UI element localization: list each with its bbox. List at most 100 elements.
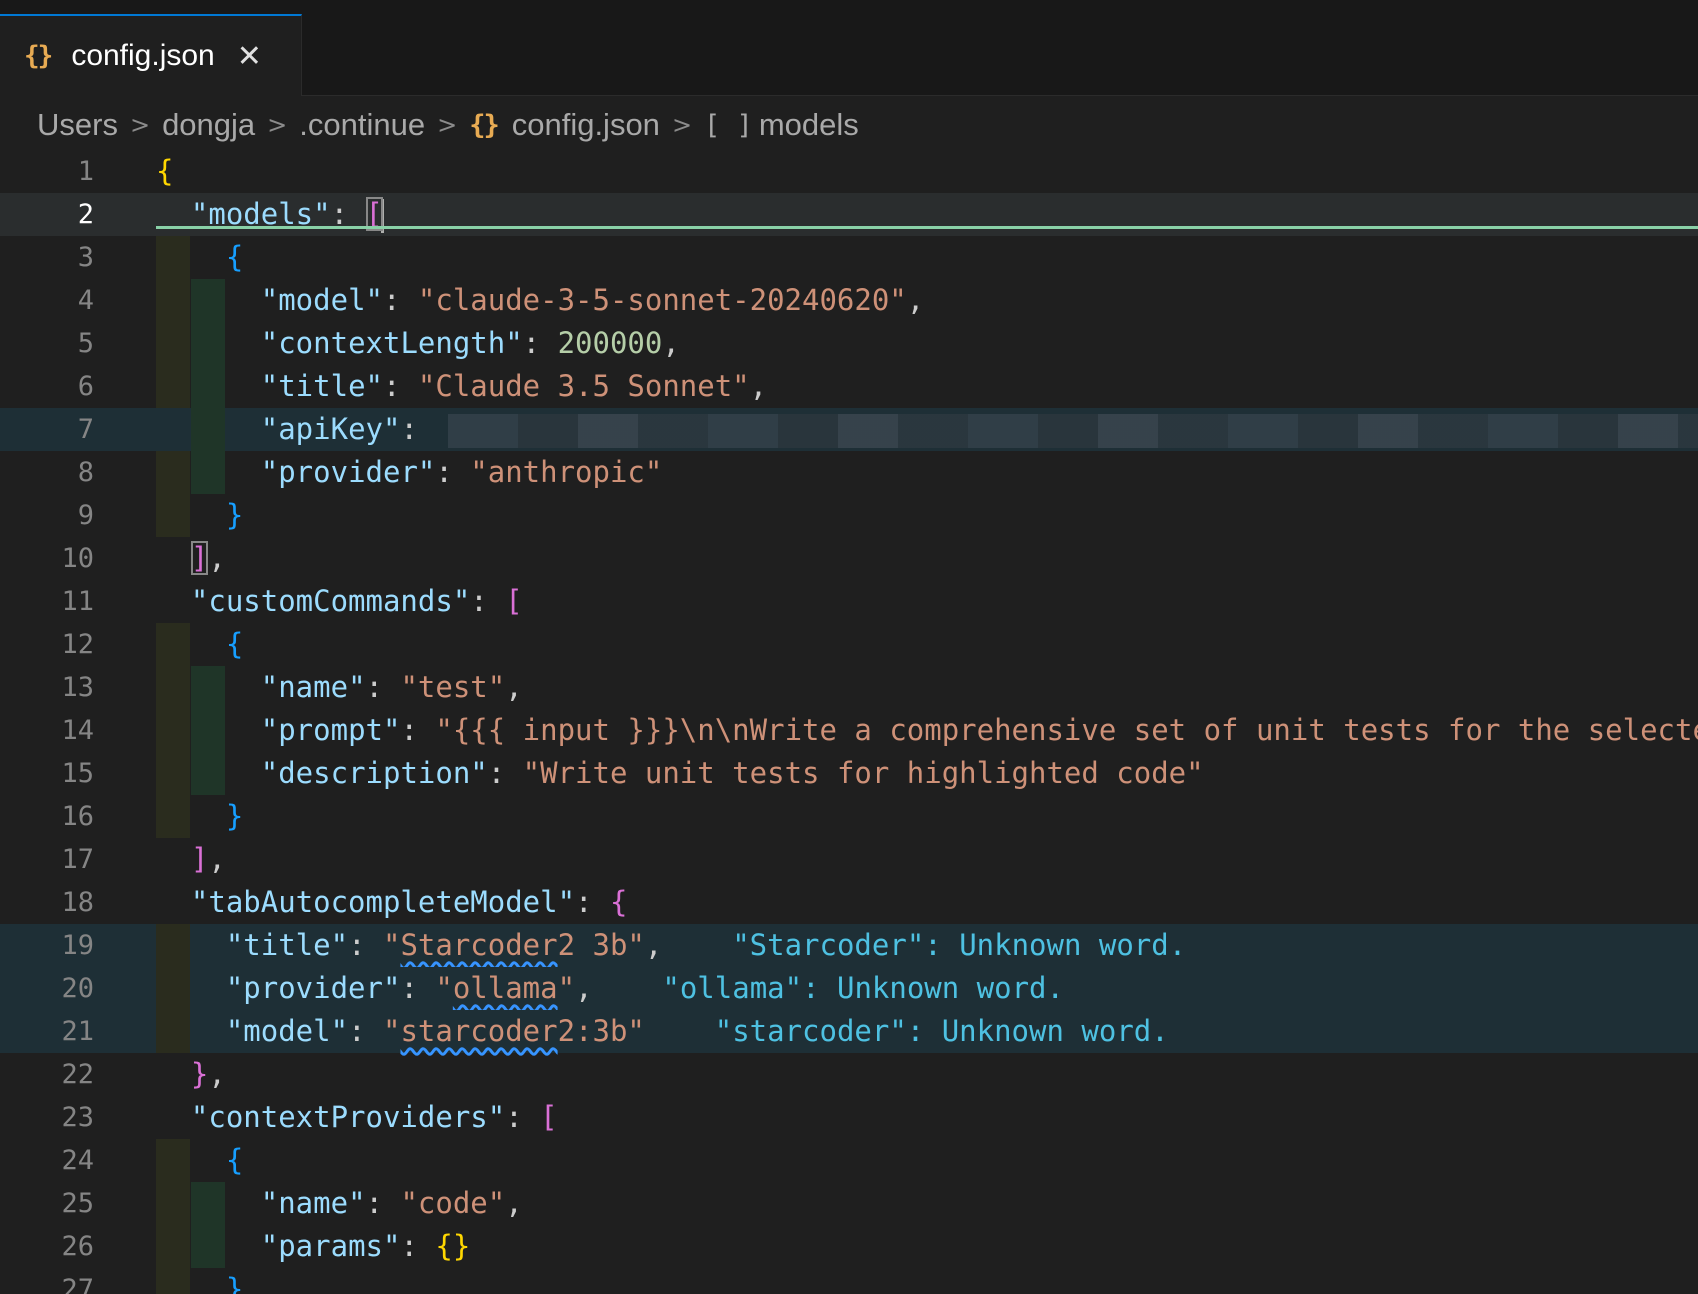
json-file-icon: {} xyxy=(469,109,499,141)
inline-diagnostic: "starcoder": Unknown word. xyxy=(714,1014,1169,1048)
line-number: 10 xyxy=(61,543,94,574)
tab-title: config.json xyxy=(71,39,215,72)
line-number: 27 xyxy=(61,1274,94,1294)
code-line: 24 { xyxy=(0,1139,1698,1182)
line-number: 23 xyxy=(61,1102,94,1133)
line-number: 19 xyxy=(61,930,94,961)
line-number: 17 xyxy=(61,844,94,875)
line-number: 20 xyxy=(61,973,94,1004)
line-number: 4 xyxy=(77,285,94,316)
line-content: } xyxy=(225,799,244,833)
breadcrumb-item-config-json[interactable]: config.json xyxy=(512,107,660,143)
line-content: "model": "claude-3-5-sonnet-20240620", xyxy=(260,283,925,317)
code-line-with-diagnostic: 19 "title": "Starcoder2 3b", "Starcoder"… xyxy=(0,924,1698,967)
code-line: 10 ], xyxy=(0,537,1698,580)
code-line-with-diagnostic: 21 "model": "starcoder2:3b" "starcoder":… xyxy=(0,1010,1698,1053)
line-number: 16 xyxy=(61,801,94,832)
line-content: "contextProviders": [ xyxy=(190,1100,558,1134)
chevron-right-icon: > xyxy=(267,111,288,139)
code-line-with-diagnostic: 20 "provider": "ollama", "ollama": Unkno… xyxy=(0,967,1698,1010)
code-line: 12 { xyxy=(0,623,1698,666)
code-line: 18 "tabAutocompleteModel": { xyxy=(0,881,1698,924)
line-content: "provider": "ollama", "ollama": Unknown … xyxy=(225,971,1064,1005)
code-line: 17 ], xyxy=(0,838,1698,881)
line-number: 1 xyxy=(77,156,94,187)
spelling-error[interactable]: Starcoder xyxy=(400,928,557,962)
close-icon[interactable]: ✕ xyxy=(237,39,262,74)
line-number: 18 xyxy=(61,887,94,918)
line-number: 15 xyxy=(61,758,94,789)
line-number: 9 xyxy=(77,500,94,531)
line-content: { xyxy=(225,240,244,274)
line-number: 14 xyxy=(61,715,94,746)
line-content: }, xyxy=(190,1057,226,1091)
code-line-current: 2 "models": [ xyxy=(0,193,1698,236)
line-content: "description": "Write unit tests for hig… xyxy=(260,756,1204,790)
line-number: 7 xyxy=(77,414,94,445)
line-content: "name": "code", xyxy=(260,1186,523,1220)
line-content: "prompt": "{{{ input }}}\n\nWrite a comp… xyxy=(260,713,1698,747)
line-content: } xyxy=(225,498,244,532)
chevron-right-icon: > xyxy=(437,111,458,139)
code-line: 25 "name": "code", xyxy=(0,1182,1698,1225)
breadcrumb-item-users[interactable]: Users xyxy=(37,107,118,143)
line-content: { xyxy=(225,1143,244,1177)
code-line: 23 "contextProviders": [ xyxy=(0,1096,1698,1139)
code-line: 7 "apiKey": xyxy=(0,408,1698,451)
spelling-error[interactable]: ollama xyxy=(453,971,558,1005)
code-line: 16 } xyxy=(0,795,1698,838)
line-content: "provider": "anthropic" xyxy=(260,455,663,489)
line-number: 6 xyxy=(77,371,94,402)
line-content: "model": "starcoder2:3b" "starcoder": Un… xyxy=(225,1014,1169,1048)
line-number: 11 xyxy=(61,586,94,617)
code-editor[interactable]: 1 { 2 "models": [ 3 { 4 "model": "claude… xyxy=(0,150,1698,1294)
breadcrumb: Users > dongja > .continue > {} config.j… xyxy=(37,104,859,146)
editor-tab-bar: {} config.json ✕ xyxy=(0,0,1698,96)
code-line: 22 }, xyxy=(0,1053,1698,1096)
line-number: 12 xyxy=(61,629,94,660)
code-line: 1 { xyxy=(0,150,1698,193)
line-number: 24 xyxy=(61,1145,94,1176)
chevron-right-icon: > xyxy=(671,111,693,139)
line-content: "title": "Starcoder2 3b", "Starcoder": U… xyxy=(225,928,1187,962)
line-content: ], xyxy=(190,842,226,876)
line-content: "tabAutocompleteModel": { xyxy=(190,885,628,919)
line-number: 25 xyxy=(61,1188,94,1219)
line-content: "contextLength": 200000, xyxy=(260,326,680,360)
spelling-error[interactable]: starcoder xyxy=(400,1014,557,1048)
line-number: 2 xyxy=(77,199,94,230)
code-line: 8 "provider": "anthropic" xyxy=(0,451,1698,494)
inline-diagnostic: "Starcoder": Unknown word. xyxy=(732,928,1187,962)
line-content: ], xyxy=(190,541,226,575)
code-line: 9 } xyxy=(0,494,1698,537)
breadcrumb-item-dongja[interactable]: dongja xyxy=(162,107,255,143)
line-content: "title": "Claude 3.5 Sonnet", xyxy=(260,369,768,403)
array-icon: [ ] xyxy=(704,109,753,141)
line-number: 22 xyxy=(61,1059,94,1090)
redacted-api-key xyxy=(447,414,1698,448)
line-content: } xyxy=(225,1272,244,1294)
code-line: 4 "model": "claude-3-5-sonnet-20240620", xyxy=(0,279,1698,322)
chevron-right-icon: > xyxy=(129,111,151,139)
line-content: "customCommands": [ xyxy=(190,584,523,618)
line-content: "name": "test", xyxy=(260,670,523,704)
breadcrumb-item-models[interactable]: models xyxy=(759,107,859,143)
line-number: 8 xyxy=(77,457,94,488)
json-file-icon: {} xyxy=(24,41,53,71)
line-content: { xyxy=(225,627,244,661)
code-line: 3 { xyxy=(0,236,1698,279)
line-number: 26 xyxy=(61,1231,94,1262)
line-number: 13 xyxy=(61,672,94,703)
line-number: 21 xyxy=(61,1016,94,1047)
breadcrumb-item-continue[interactable]: .continue xyxy=(299,107,425,143)
line-content: "apiKey": xyxy=(156,408,1698,451)
tab-config-json[interactable]: {} config.json ✕ xyxy=(0,14,302,96)
code-line: 14 "prompt": "{{{ input }}}\n\nWrite a c… xyxy=(0,709,1698,752)
line-content: "models": [ xyxy=(190,197,384,233)
code-line: 15 "description": "Write unit tests for … xyxy=(0,752,1698,795)
code-line: 6 "title": "Claude 3.5 Sonnet", xyxy=(0,365,1698,408)
code-line: 27 } xyxy=(0,1268,1698,1294)
code-line: 13 "name": "test", xyxy=(0,666,1698,709)
current-line-indicator xyxy=(156,226,1698,229)
code-line: 11 "customCommands": [ xyxy=(0,580,1698,623)
